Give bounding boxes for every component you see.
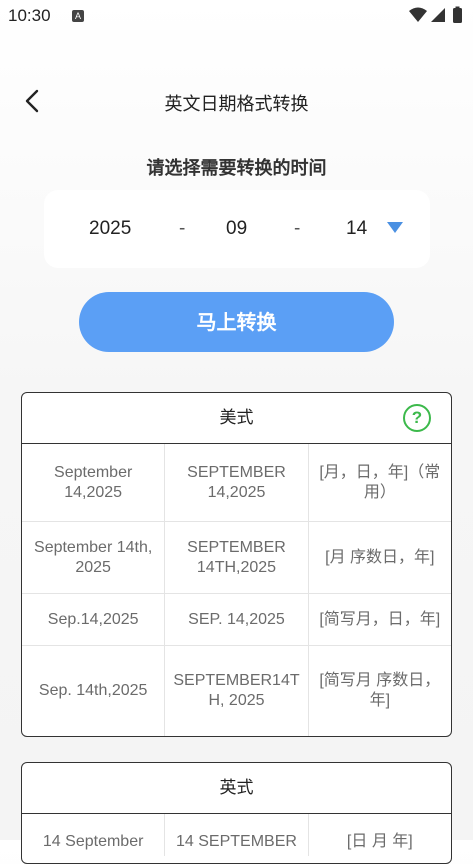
table-row: 14 September 14 SEPTEMBER [日 月 年] (22, 814, 451, 863)
table-row: Sep. 14th,2025 SEPTEMBER14TH, 2025 [简写月 … (22, 646, 451, 736)
day-field[interactable]: 14 (346, 218, 367, 240)
british-format-card: 英式 14 September 14 SEPTEMBER [日 月 年] (21, 762, 452, 864)
format-cell[interactable]: SEPTEMBER14TH, 2025 (165, 646, 309, 736)
card-title: 英式 (219, 778, 254, 798)
picker-prompt: 请选择需要转换的时间 (146, 158, 327, 179)
notification-icon: A (72, 10, 84, 22)
format-desc: [简写月 序数日，年] (319, 672, 441, 709)
format-cell[interactable]: SEP. 14,2025 (165, 594, 309, 645)
system-status-icons (409, 6, 462, 23)
help-icon[interactable]: ? (403, 404, 431, 432)
format-cell[interactable]: Sep. 14th,2025 (22, 646, 166, 736)
card-header: 英式 (22, 763, 451, 814)
format-cell[interactable]: 14 September (22, 814, 166, 856)
format-desc: [月 序数日，年] (325, 548, 435, 566)
format-desc: [日 月 年] (346, 833, 413, 850)
format-cell[interactable]: Sep.14,2025 (22, 594, 166, 645)
format-desc: [月，日，年]（常用） (319, 463, 441, 501)
separator: - (294, 218, 301, 239)
format-cell[interactable]: September 14th, 2025 (22, 522, 166, 593)
app-header: 英文日期格式转换 (0, 80, 473, 124)
format-cell[interactable]: September 14,2025 (22, 444, 166, 521)
year-field[interactable]: 2025 (89, 218, 131, 240)
table-row: September 14,2025 SEPTEMBER 14,2025 [月，日… (22, 444, 451, 522)
format-cell[interactable]: 14 SEPTEMBER (165, 814, 309, 856)
wifi-icon (409, 7, 427, 22)
status-time: 10:30 (8, 6, 51, 25)
convert-button[interactable]: 马上转换 (79, 292, 394, 352)
date-picker[interactable]: 2025 - 09 - 14 (44, 190, 430, 268)
separator: - (179, 218, 186, 239)
format-cell[interactable]: SEPTEMBER 14,2025 (165, 444, 309, 521)
signal-icon (431, 8, 445, 22)
table-row: September 14th, 2025 SEPTEMBER 14TH,2025… (22, 522, 451, 594)
dropdown-arrow-icon[interactable] (387, 222, 403, 233)
format-desc: [简写月，日，年] (319, 610, 441, 628)
card-header: 美式 ? (22, 393, 451, 444)
american-format-card: 美式 ? September 14,2025 SEPTEMBER 14,2025… (21, 392, 452, 737)
card-title: 美式 (219, 408, 254, 428)
status-bar: 10:30 A (0, 0, 473, 34)
page-title: 英文日期格式转换 (164, 94, 309, 115)
month-field[interactable]: 09 (226, 218, 247, 240)
battery-icon (453, 8, 462, 23)
format-cell[interactable]: SEPTEMBER 14TH,2025 (165, 522, 309, 593)
table-row: Sep.14,2025 SEP. 14,2025 [简写月，日，年] (22, 594, 451, 646)
